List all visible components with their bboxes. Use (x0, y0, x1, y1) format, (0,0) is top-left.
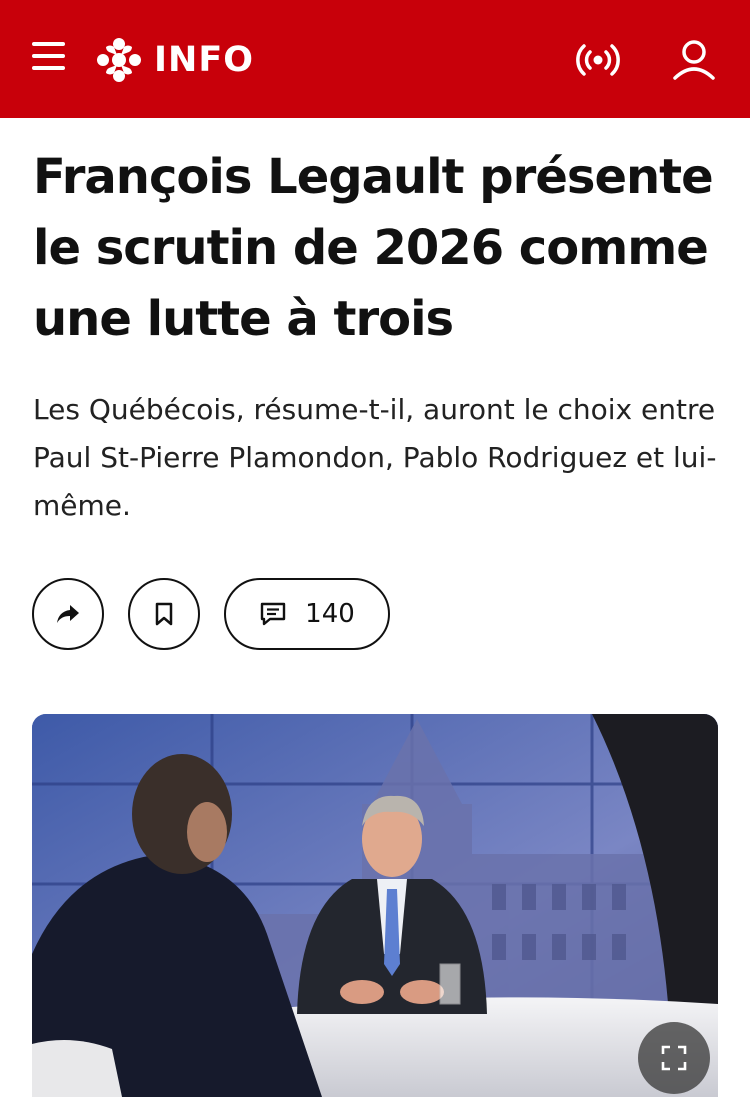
hamburger-menu-icon (32, 42, 66, 70)
account-button[interactable] (672, 38, 716, 82)
article-headline: François Legault présente le scrutin de … (33, 149, 714, 347)
cbc-gem-logo (97, 38, 141, 82)
expand-fullscreen-icon (661, 1045, 687, 1071)
expand-image-button[interactable] (638, 1022, 710, 1094)
bookmark-button[interactable] (128, 578, 200, 650)
comments-count: 140 (305, 599, 355, 629)
home-logo-link[interactable]: INFO (96, 38, 254, 82)
lead-photo[interactable] (32, 714, 718, 1097)
studio-interview-image (32, 714, 718, 1097)
user-account-icon (673, 40, 715, 80)
live-broadcast-icon (576, 44, 620, 76)
comment-icon (260, 602, 286, 626)
comments-button[interactable]: 140 (224, 578, 390, 650)
top-navigation-bar: INFO (0, 0, 750, 118)
share-button[interactable] (32, 578, 104, 650)
article-summary: Les Québécois, résume-t-il, auront le ch… (33, 393, 717, 522)
live-button[interactable] (576, 40, 620, 80)
bookmark-icon (155, 602, 173, 626)
brand-name: INFO (154, 40, 254, 80)
share-arrow-icon (57, 605, 79, 623)
menu-button[interactable] (32, 42, 66, 72)
